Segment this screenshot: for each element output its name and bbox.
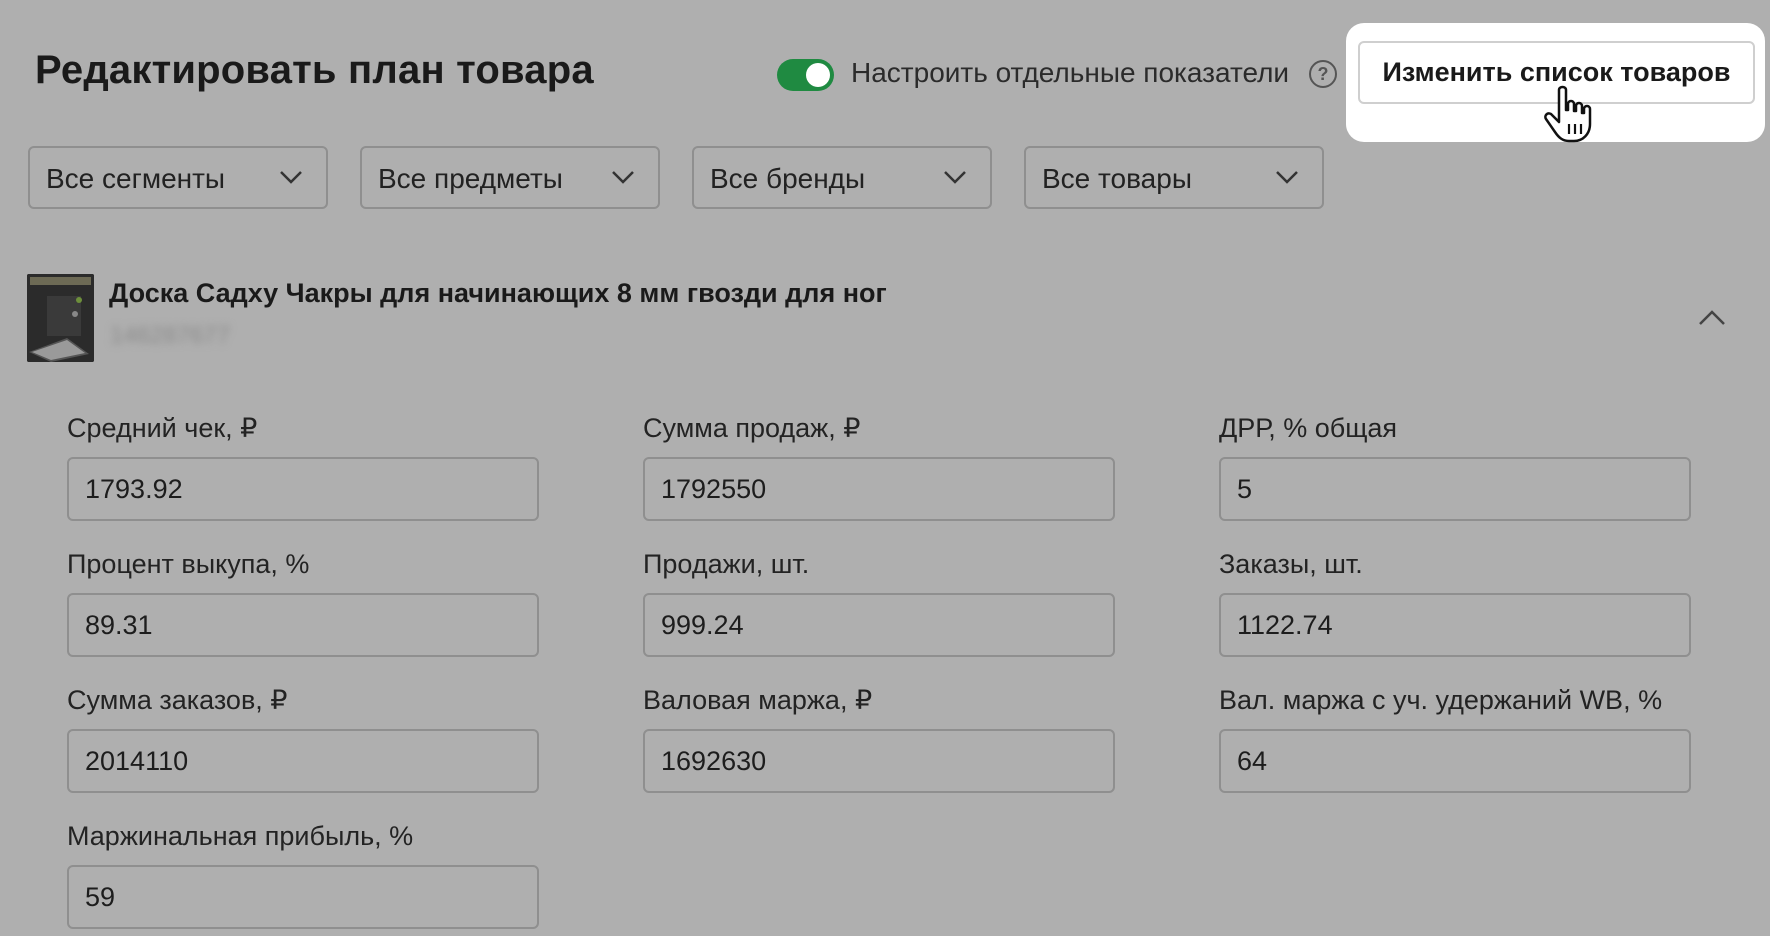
gross-margin-wb-input[interactable]: [1219, 729, 1691, 793]
product-sku: 146287677: [110, 322, 231, 349]
sales-count-input[interactable]: [643, 593, 1115, 657]
product-image: [27, 274, 94, 362]
buyout-percent-label: Процент выкупа, %: [67, 549, 310, 579]
buyout-percent-input[interactable]: [67, 593, 539, 657]
products-filter[interactable]: Все товары: [1024, 146, 1324, 209]
avg-check-label: Средний чек, ₽: [67, 413, 258, 443]
hand-pointer-cursor-icon: [1544, 85, 1592, 143]
gross-margin-input[interactable]: [643, 729, 1115, 793]
chevron-down-icon: [1276, 171, 1298, 184]
product-name: Доска Садху Чакры для начинающих 8 мм гв…: [109, 278, 887, 308]
avg-check-input[interactable]: [67, 457, 539, 521]
gross-margin-wb-label: Вал. маржа с уч. удержаний WB, %: [1219, 685, 1663, 715]
individual-metrics-toggle[interactable]: [777, 59, 834, 91]
brands-filter-label: Все бренды: [710, 163, 866, 194]
toggle-knob: [806, 63, 830, 87]
gross-margin-label: Валовая маржа, ₽: [643, 685, 873, 715]
orders-sum-label: Сумма заказов, ₽: [67, 685, 288, 715]
chevron-up-icon[interactable]: [1696, 306, 1728, 330]
page-title: Редактировать план товара: [35, 48, 594, 92]
subjects-filter-label: Все предметы: [378, 163, 563, 194]
sales-sum-label: Сумма продаж, ₽: [643, 413, 861, 443]
drr-input[interactable]: [1219, 457, 1691, 521]
edit-product-plan-page: Редактировать план товара Настроить отде…: [0, 0, 1770, 936]
orders-count-label: Заказы, шт.: [1219, 549, 1363, 579]
chevron-down-icon: [612, 171, 634, 184]
drr-label: ДРР, % общая: [1219, 413, 1398, 443]
subjects-filter[interactable]: Все предметы: [360, 146, 660, 209]
products-filter-label: Все товары: [1042, 163, 1192, 194]
sales-sum-input[interactable]: [643, 457, 1115, 521]
orders-sum-input[interactable]: [67, 729, 539, 793]
orders-count-input[interactable]: [1219, 593, 1691, 657]
sales-count-label: Продажи, шт.: [643, 549, 810, 579]
marginal-profit-label: Маржинальная прибыль, %: [67, 821, 414, 851]
chevron-down-icon: [944, 171, 966, 184]
brands-filter[interactable]: Все бренды: [692, 146, 992, 209]
toggle-label: Настроить отдельные показатели: [851, 57, 1290, 88]
marginal-profit-input[interactable]: [67, 865, 539, 929]
help-icon[interactable]: ?: [1309, 60, 1337, 88]
segments-filter-label: Все сегменты: [46, 163, 226, 194]
chevron-down-icon: [280, 171, 302, 184]
segments-filter[interactable]: Все сегменты: [28, 146, 328, 209]
